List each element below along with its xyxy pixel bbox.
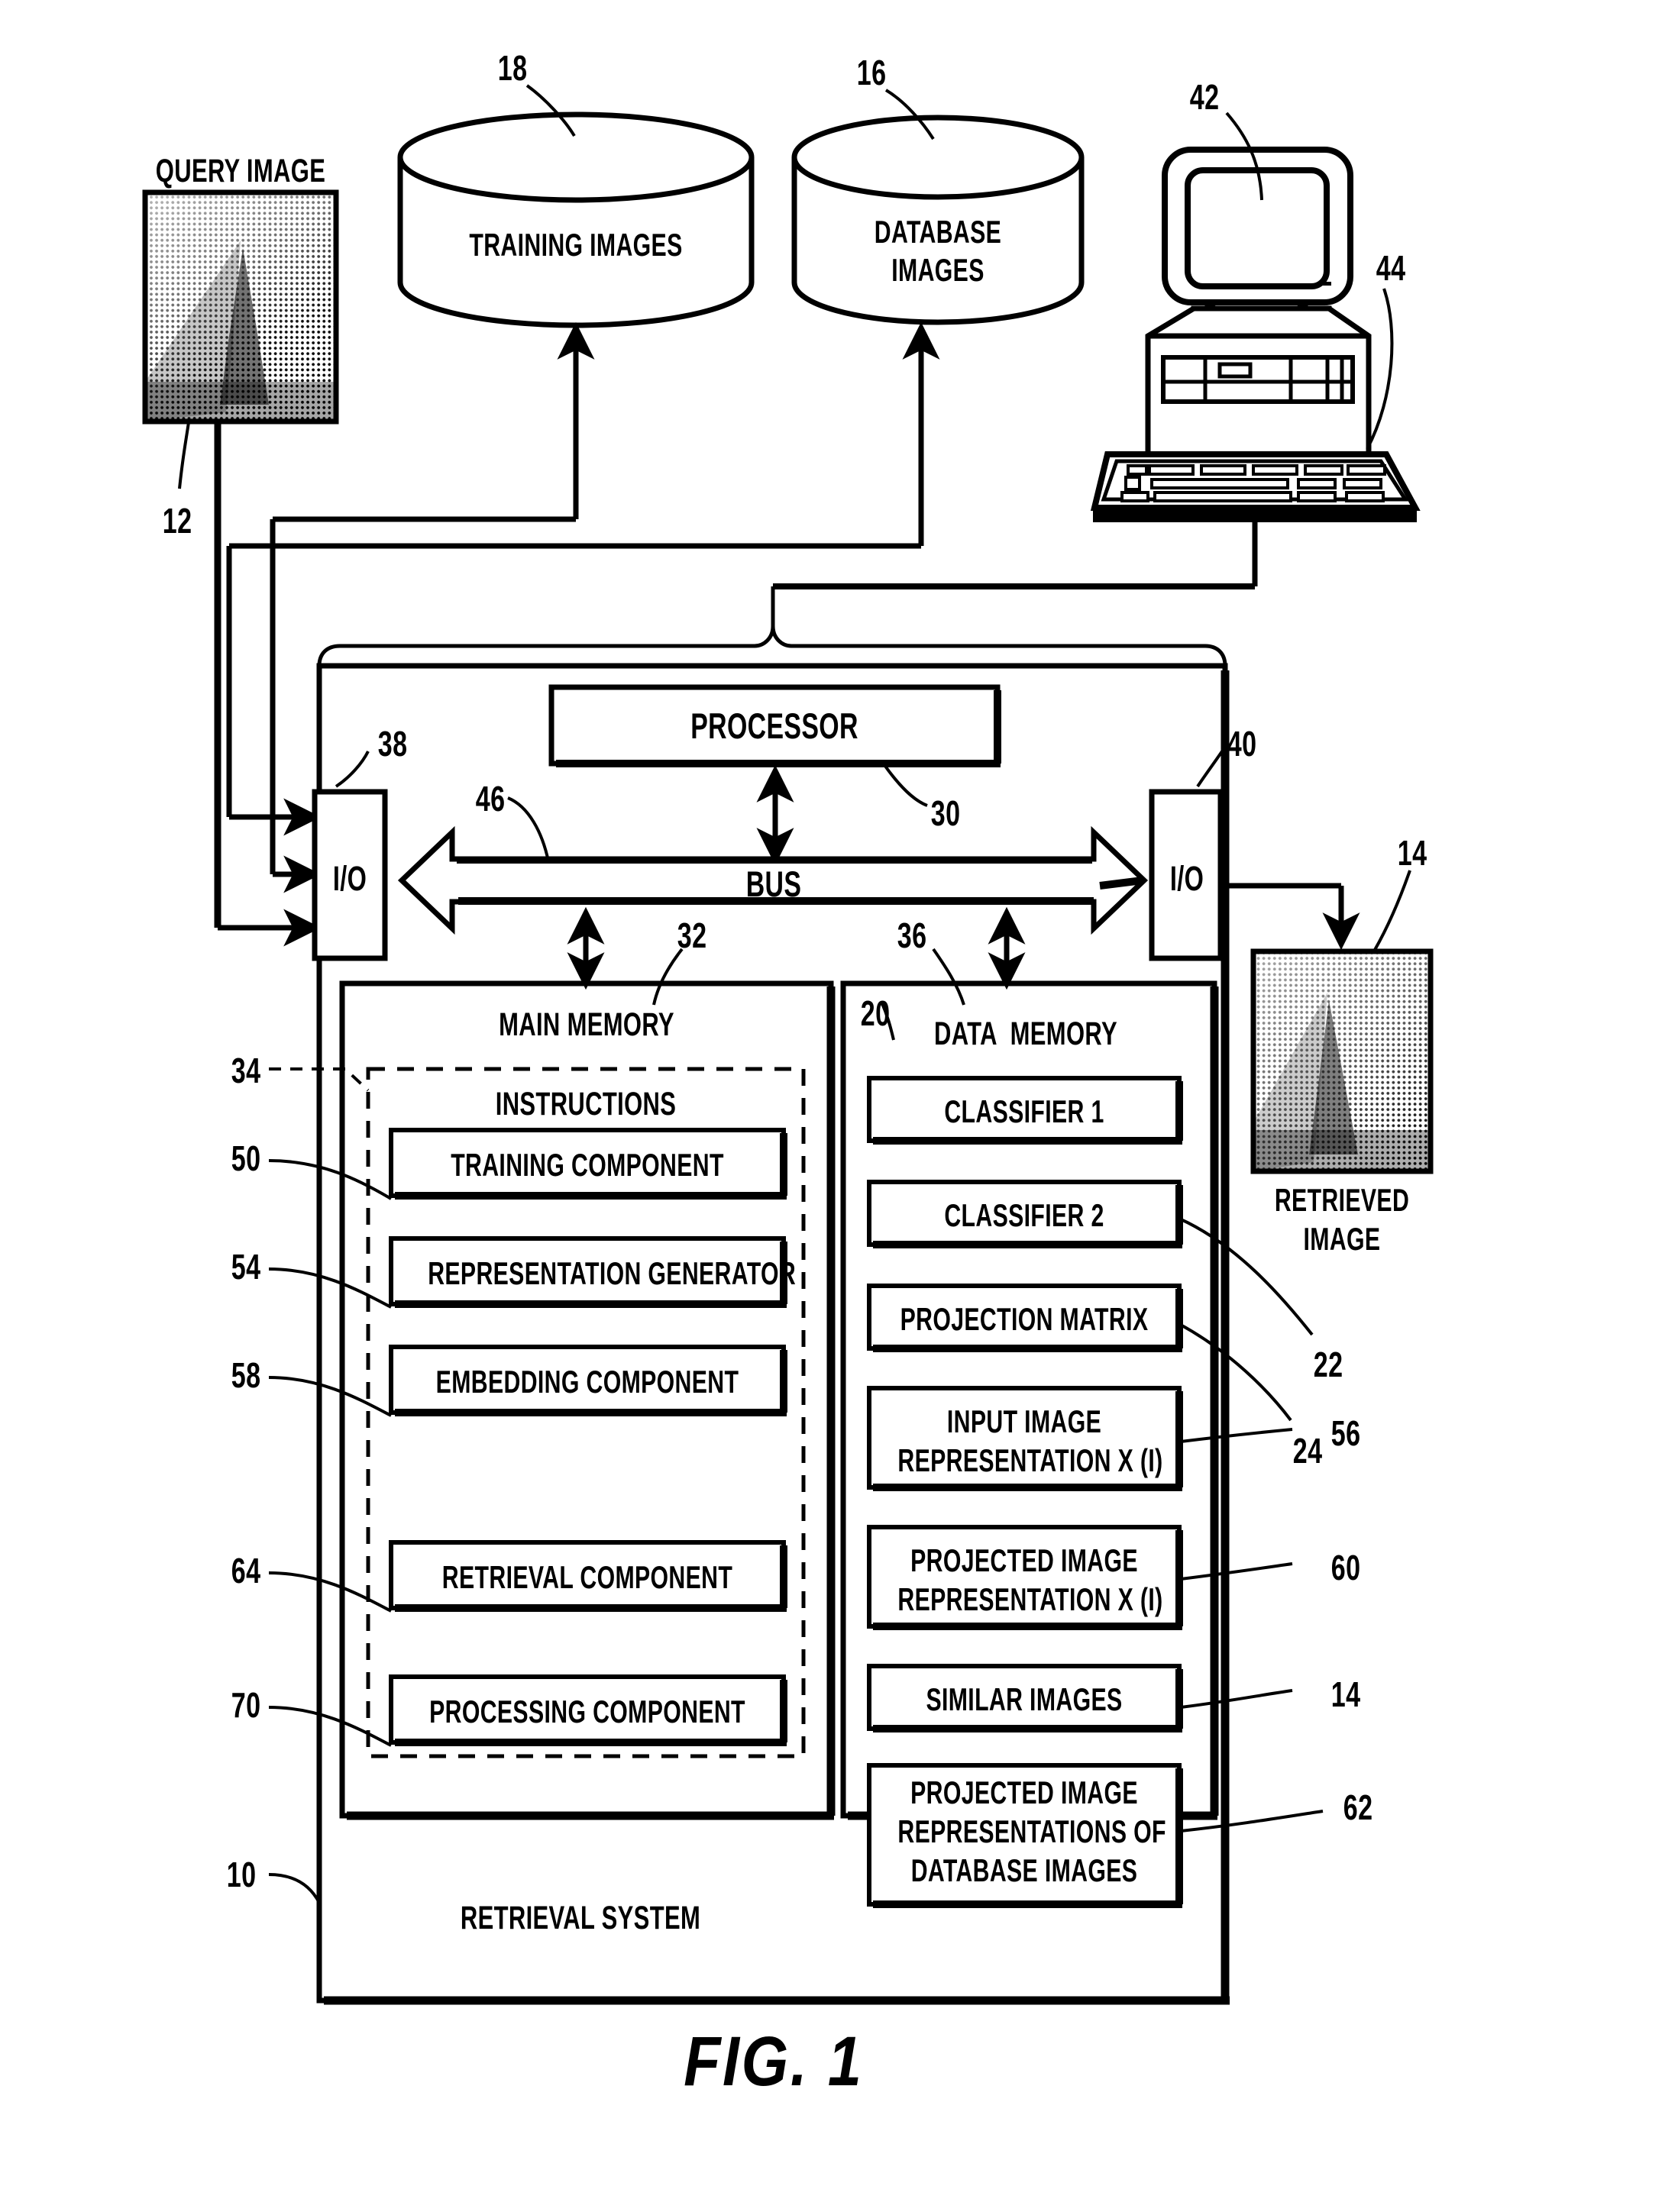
data-item-similar-images[interactable]: SIMILAR IMAGES — [897, 1681, 1150, 1717]
data-item-projected-image-representation-line1[interactable]: PROJECTED IMAGE — [897, 1542, 1150, 1578]
data-item-projection-matrix[interactable]: PROJECTION MATRIX — [897, 1301, 1150, 1337]
ref-30: 30 — [930, 793, 961, 833]
ref-60: 60 — [1330, 1548, 1361, 1587]
instruction-processing-component[interactable]: PROCESSING COMPONENT — [428, 1694, 747, 1729]
ref-44: 44 — [1376, 248, 1406, 288]
io-right-label: I/O — [1169, 859, 1204, 898]
ref-54: 54 — [231, 1247, 261, 1287]
ref-14-similar: 14 — [1330, 1674, 1361, 1714]
ref-36: 36 — [897, 915, 927, 955]
ref-56: 56 — [1330, 1413, 1361, 1453]
ref-18: 18 — [497, 48, 528, 88]
data-item-projected-image-representation-line2[interactable]: REPRESENTATION X (I) — [897, 1581, 1162, 1617]
ref-58: 58 — [231, 1355, 261, 1395]
data-item-projected-db-representations-line2[interactable]: REPRESENTATIONS OF — [897, 1813, 1166, 1849]
data-item-input-image-representation-line2[interactable]: REPRESENTATION X (I) — [897, 1442, 1162, 1478]
retrieval-system-label: RETRIEVAL SYSTEM — [460, 1900, 701, 1936]
ref-20: 20 — [860, 993, 891, 1033]
processor-label: PROCESSOR — [690, 706, 858, 746]
ref-40: 40 — [1227, 724, 1257, 764]
ref-32: 32 — [677, 915, 707, 955]
query-image-thumbnail — [142, 189, 339, 425]
ref-10: 10 — [226, 1855, 257, 1894]
instruction-retrieval-component[interactable]: RETRIEVAL COMPONENT — [428, 1559, 747, 1595]
patent-figure-1: QUERY IMAGE 12 TRAINING IMAGES 18 DATABA… — [0, 0, 1678, 2212]
data-item-projected-db-representations-line1[interactable]: PROJECTED IMAGE — [897, 1774, 1150, 1810]
query-image-label: QUERY IMAGE — [155, 153, 326, 189]
data-item-projected-db-representations-line3[interactable]: DATABASE IMAGES — [897, 1852, 1150, 1888]
instructions-title: INSTRUCTIONS — [495, 1086, 677, 1122]
data-memory-title: DATA MEMORY — [934, 1016, 1117, 1052]
database-images-label-line2: IMAGES — [891, 252, 984, 288]
data-item-classifier-1[interactable]: CLASSIFIER 1 — [897, 1093, 1150, 1129]
instruction-training-component[interactable]: TRAINING COMPONENT — [428, 1147, 747, 1183]
ref-46: 46 — [475, 779, 506, 819]
data-item-input-image-representation-line1[interactable]: INPUT IMAGE — [897, 1403, 1150, 1439]
ref-24: 24 — [1292, 1431, 1323, 1471]
training-images-cylinder — [397, 111, 755, 328]
ref-70: 70 — [231, 1685, 261, 1725]
ref-16: 16 — [856, 53, 887, 92]
ref-42: 42 — [1189, 77, 1220, 117]
ref-34: 34 — [231, 1051, 261, 1090]
ref-62: 62 — [1343, 1787, 1373, 1827]
workstation-computer — [1090, 147, 1421, 522]
retrieved-image-thumbnail — [1250, 948, 1434, 1174]
database-images-label-line1: DATABASE — [874, 214, 1002, 250]
ref-50: 50 — [231, 1138, 261, 1178]
ref-12: 12 — [162, 501, 192, 541]
training-images-label: TRAINING IMAGES — [469, 227, 683, 263]
ref-38: 38 — [377, 724, 408, 764]
main-memory-title: MAIN MEMORY — [499, 1006, 674, 1043]
figure-caption: FIG. 1 — [684, 2023, 864, 2101]
instruction-embedding-component[interactable]: EMBEDDING COMPONENT — [428, 1364, 747, 1400]
ref-64: 64 — [231, 1551, 261, 1590]
retrieved-image-label-line1: RETRIEVED — [1274, 1182, 1410, 1218]
io-left-label: I/O — [332, 859, 367, 898]
retrieved-image-label-line2: IMAGE — [1303, 1221, 1381, 1257]
ref-22: 22 — [1313, 1345, 1343, 1384]
bus-label: BUS — [745, 864, 802, 904]
ref-14-retrieved: 14 — [1397, 833, 1427, 873]
data-item-classifier-2[interactable]: CLASSIFIER 2 — [897, 1197, 1150, 1233]
instruction-representation-generator[interactable]: REPRESENTATION GENERATOR — [428, 1255, 796, 1291]
